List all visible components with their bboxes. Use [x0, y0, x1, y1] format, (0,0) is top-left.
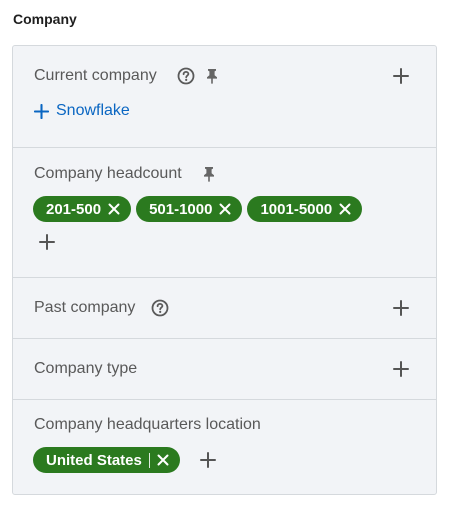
company-type-row: Company type [13, 339, 436, 400]
headcount-label: Company headcount [34, 165, 182, 182]
past-company-row: Past company [13, 278, 436, 339]
headcount-chip[interactable]: 501-1000 [136, 196, 243, 222]
help-icon[interactable] [151, 299, 169, 317]
pin-icon[interactable] [200, 165, 218, 183]
hq-location-row: Company headquarters location United Sta… [13, 400, 436, 494]
company-type-label: Company type [34, 360, 138, 377]
close-icon[interactable] [108, 203, 120, 215]
close-icon[interactable] [219, 203, 231, 215]
past-company-label: Past company [34, 299, 136, 316]
section-title: Company [13, 11, 77, 27]
chip-label: 501-1000 [149, 200, 213, 218]
plus-icon [34, 103, 49, 119]
pin-icon[interactable] [203, 67, 221, 85]
headcount-chip[interactable]: 201-500 [33, 196, 132, 222]
help-icon[interactable] [177, 67, 195, 85]
close-icon[interactable] [157, 454, 169, 466]
chip-label: 201-500 [46, 200, 102, 218]
chip-label: 1001-5000 [260, 200, 333, 218]
add-company-type-button[interactable] [392, 360, 410, 378]
add-past-company-button[interactable] [392, 299, 410, 317]
add-snowflake-link[interactable]: Snowflake [34, 102, 130, 120]
add-hq-location-button[interactable] [200, 452, 216, 468]
add-company-label: Snowflake [56, 102, 130, 119]
close-icon[interactable] [339, 203, 351, 215]
current-company-label: Current company [34, 67, 157, 84]
add-current-company-button[interactable] [392, 67, 410, 85]
headcount-chips: 201-500 501-1000 1001-5000 [33, 196, 363, 222]
hq-location-chips: United States [33, 447, 180, 473]
hq-location-label: Company headquarters location [34, 416, 261, 433]
headcount-row: Company headcount 201-500 501-1000 1001-… [13, 148, 436, 278]
add-headcount-button[interactable] [39, 234, 55, 250]
company-filter-panel: Current company Snowflake Company headco… [12, 45, 437, 495]
current-company-row: Current company Snowflake [13, 46, 436, 148]
location-chip[interactable]: United States [33, 447, 180, 473]
chip-label: United States [46, 451, 142, 469]
headcount-chip[interactable]: 1001-5000 [247, 196, 363, 222]
chip-divider [148, 452, 150, 468]
